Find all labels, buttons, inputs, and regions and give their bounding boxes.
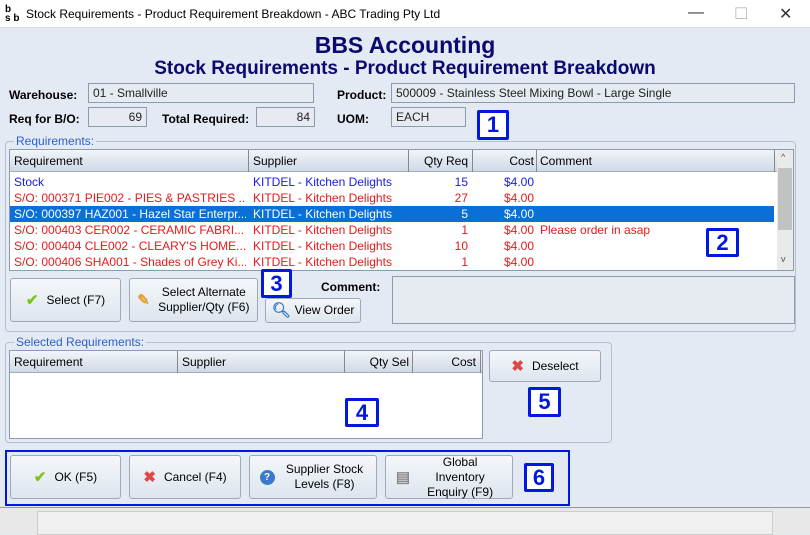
requirement-row[interactable]: S/O: 000403 CER002 - CERAMIC FABRI... KIT… (10, 222, 774, 238)
cell-supplier: KITDEL - Kitchen Delights (253, 223, 392, 237)
close-button[interactable]: ✕ (779, 4, 792, 24)
warehouse-field: 01 - Smallville (88, 83, 314, 103)
global-inventory-enquiry-button[interactable]: ▤ Global Inventory Enquiry (F9) (385, 455, 513, 499)
total-required-field: 84 (256, 107, 315, 127)
cell-supplier: KITDEL - Kitchen Delights (253, 255, 392, 269)
view-order-button[interactable]: 🔍︎ View Order (265, 298, 361, 323)
col-qty-req[interactable]: Qty Req (408, 154, 468, 168)
requirements-table: Requirement Supplier Qty Req Cost Commen… (9, 149, 794, 271)
app-logo-icon: bs b (5, 4, 20, 24)
cell-req: S/O: 000397 HAZ001 - Hazel Star Enterpr.… (14, 207, 246, 221)
check-icon: ✔ (33, 468, 47, 486)
comment-field[interactable] (392, 276, 795, 324)
cell-req: S/O: 000371 PIE002 - PIES & PASTRIES ... (14, 191, 246, 205)
col-comment[interactable]: Comment (540, 154, 592, 168)
selected-table-header: Requirement Supplier Qty Sel Cost (10, 351, 482, 373)
status-panel (37, 511, 773, 535)
edit-note-icon: ✎ (137, 291, 150, 309)
cell-req: S/O: 000406 SHA001 - Shades of Grey Ki..… (14, 255, 246, 269)
help-icon: ? (259, 469, 275, 485)
cell-cost: $4.00 (503, 175, 534, 189)
select-alternate-button[interactable]: ✎ Select Alternate Supplier/Qty (F6) (129, 278, 258, 322)
requirements-title: Requirements: (14, 134, 97, 148)
cell-qty: 27 (454, 191, 468, 205)
cell-qty: 5 (461, 207, 468, 221)
col-requirement[interactable]: Requirement (14, 154, 83, 168)
x-icon: ✖ (143, 468, 156, 486)
uom-field: EACH (391, 107, 466, 127)
comment-label: Comment: (321, 280, 381, 294)
window-title: Stock Requirements - Product Requirement… (26, 7, 441, 21)
deselect-button[interactable]: ✖ Deselect (489, 350, 601, 382)
requirement-row[interactable]: S/O: 000406 SHA001 - Shades of Grey Ki..… (10, 254, 774, 270)
col-qty-sel[interactable]: Qty Sel (344, 355, 409, 369)
cell-qty: 10 (454, 239, 468, 253)
col-requirement[interactable]: Requirement (14, 355, 83, 369)
ok-button[interactable]: ✔ OK (F5) (10, 455, 121, 499)
uom-label: UOM: (337, 112, 369, 126)
cell-cost: $4.00 (503, 255, 534, 269)
requirements-scrollbar[interactable]: ^ v (777, 150, 793, 270)
select-button[interactable]: ✔ Select (F7) (10, 278, 121, 322)
page-title: Stock Requirements - Product Requirement… (154, 58, 656, 79)
cell-req: Stock (14, 175, 45, 189)
requirement-row[interactable]: S/O: 000397 HAZ001 - Hazel Star Enterpr.… (10, 205, 775, 223)
col-cost[interactable]: Cost (412, 355, 476, 369)
product-field: 500009 - Stainless Steel Mixing Bowl - L… (391, 83, 795, 103)
callout-badge-2: 2 (706, 228, 739, 257)
cell-supplier: KITDEL - Kitchen Delights (253, 239, 392, 253)
requirement-row[interactable]: S/O: 000404 CLE002 - CLEARY'S HOME... KIT… (10, 238, 774, 254)
selected-requirements-table: Requirement Supplier Qty Sel Cost (9, 350, 483, 439)
cell-qty: 1 (461, 255, 468, 269)
callout-badge-3: 3 (261, 269, 292, 298)
req-bo-field: 69 (88, 107, 147, 127)
check-icon: ✔ (25, 291, 39, 309)
cell-cost: $4.00 (503, 191, 534, 205)
cell-cost: $4.00 (503, 239, 534, 253)
app-heading: BBS Accounting (314, 32, 496, 58)
cell-req: S/O: 000403 CER002 - CERAMIC FABRI... (14, 223, 245, 237)
maximize-button[interactable]: ☐ (734, 4, 748, 24)
req-bo-label: Req for B/O: (9, 112, 80, 126)
cell-cost: $4.00 (503, 223, 534, 237)
callout-badge-1: 1 (477, 110, 509, 140)
cell-supplier: KITDEL - Kitchen Delights (253, 207, 392, 221)
callout-badge-6: 6 (524, 463, 554, 492)
cell-qty: 15 (454, 175, 468, 189)
col-supplier[interactable]: Supplier (182, 355, 226, 369)
requirements-table-header: Requirement Supplier Qty Req Cost Commen… (10, 150, 793, 172)
cabinet-icon: ▤ (395, 468, 411, 486)
cell-cost: $4.00 (503, 207, 534, 221)
total-required-label: Total Required: (162, 112, 250, 126)
warehouse-label: Warehouse: (9, 88, 78, 102)
x-icon: ✖ (511, 357, 524, 375)
cell-supplier: KITDEL - Kitchen Delights (253, 191, 392, 205)
requirement-row[interactable]: S/O: 000371 PIE002 - PIES & PASTRIES ...… (10, 190, 774, 206)
selected-requirements-title: Selected Requirements: (14, 335, 147, 349)
cell-supplier: KITDEL - Kitchen Delights (253, 175, 392, 189)
col-cost[interactable]: Cost (472, 154, 534, 168)
col-supplier[interactable]: Supplier (253, 154, 297, 168)
callout-badge-4: 4 (345, 398, 379, 427)
cell-qty: 1 (461, 223, 468, 237)
product-label: Product: (337, 88, 387, 102)
cell-req: S/O: 000404 CLE002 - CLEARY'S HOME... (14, 239, 246, 253)
supplier-stock-levels-button[interactable]: ? Supplier Stock Levels (F8) (249, 455, 377, 499)
magnifier-icon: 🔍︎ (271, 302, 291, 319)
scrollbar-thumb[interactable] (778, 168, 792, 230)
requirement-row[interactable]: Stock KITDEL - Kitchen Delights 15 $4.00 (10, 174, 774, 190)
status-bar (0, 507, 810, 535)
minimize-button[interactable]: — (688, 4, 704, 22)
callout-badge-5: 5 (528, 387, 561, 417)
title-bar: bs b Stock Requirements - Product Requir… (0, 0, 810, 28)
cancel-button[interactable]: ✖ Cancel (F4) (129, 455, 241, 499)
